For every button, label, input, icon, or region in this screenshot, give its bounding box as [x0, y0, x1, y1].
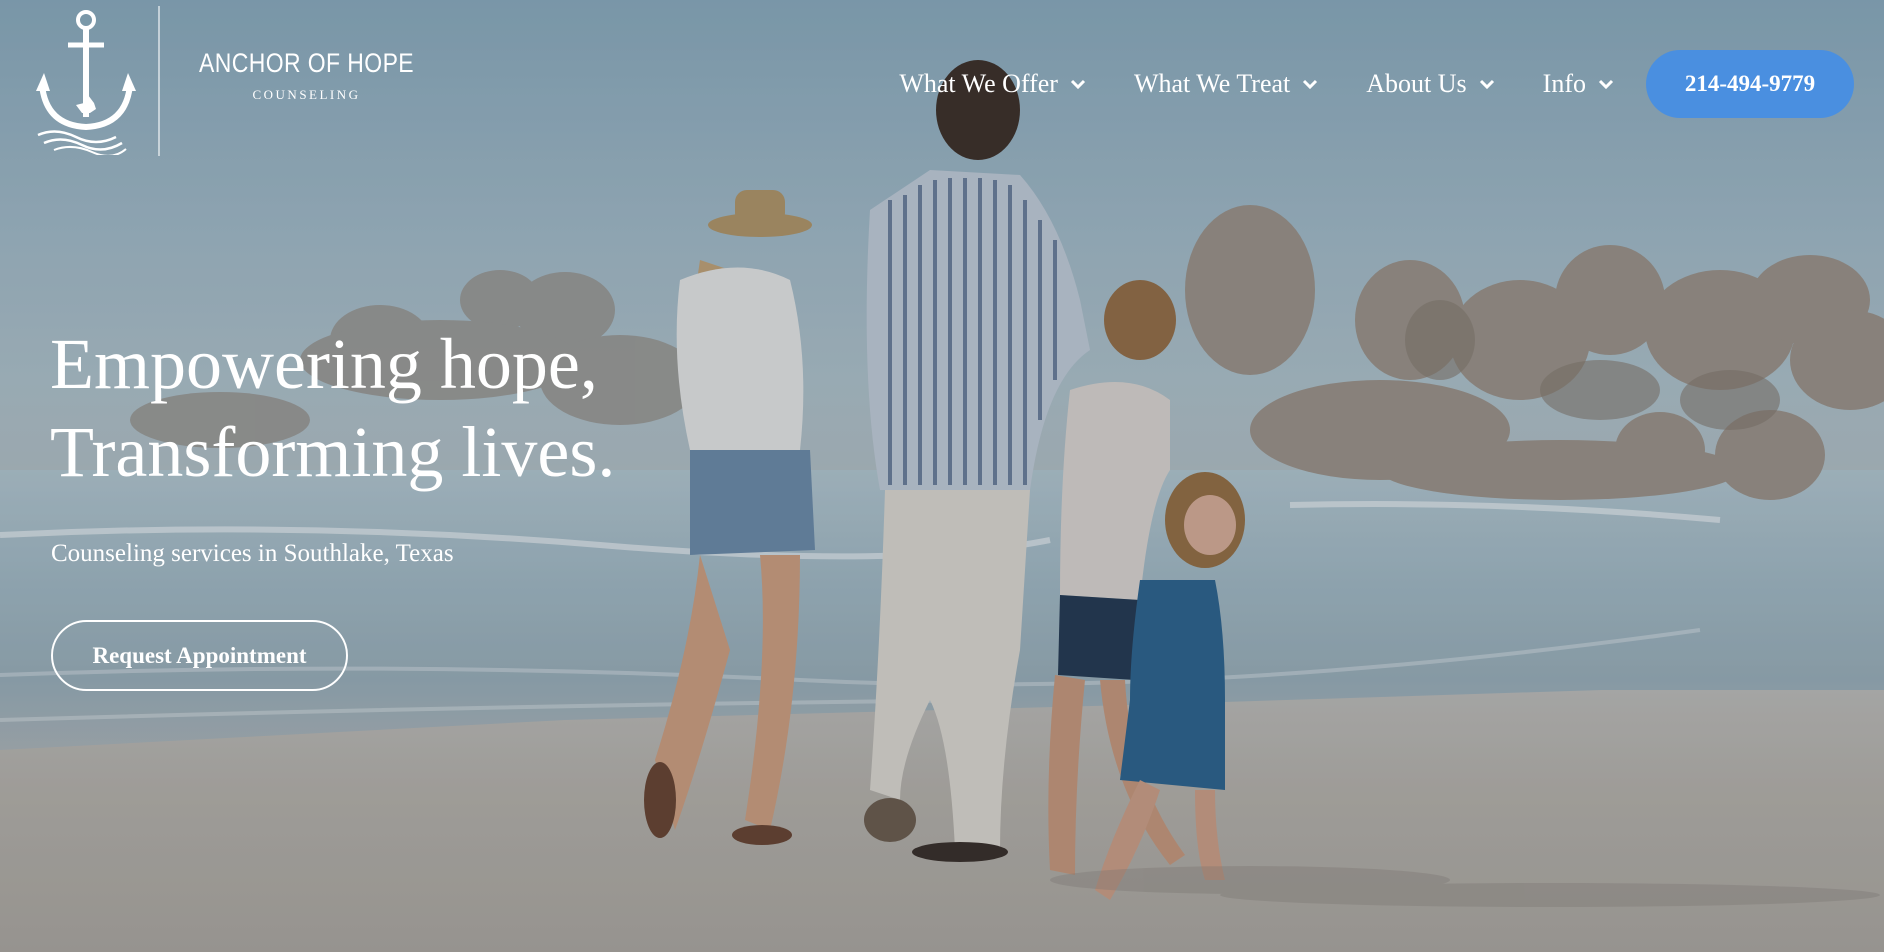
nav-item-info[interactable]: Info — [1543, 69, 1614, 99]
chevron-down-icon — [1479, 79, 1494, 89]
phone-button[interactable]: 214-494-9779 — [1646, 50, 1854, 118]
site-logo[interactable]: ANCHOR OF HOPE COUNSELING — [36, 6, 433, 156]
brand-tagline: COUNSELING — [252, 86, 361, 102]
nav-item-label: About Us — [1366, 69, 1467, 98]
chevron-down-icon — [1598, 79, 1614, 89]
site-header: ANCHOR OF HOPE COUNSELING What We Offer … — [0, 0, 1884, 170]
nav-item-label: What We Treat — [1133, 69, 1291, 98]
nav-item-label: Info — [1542, 69, 1586, 98]
chevron-down-icon — [1303, 79, 1318, 89]
nav-item-about-us[interactable]: About Us — [1366, 69, 1494, 99]
nav-item-what-we-offer[interactable]: What We Offer — [899, 69, 1086, 99]
logo-divider — [158, 6, 160, 156]
hero-headline: Empowering hope, Transforming lives. — [50, 320, 615, 496]
hero-section: ANCHOR OF HOPE COUNSELING What We Offer … — [0, 0, 1884, 952]
brand-name: ANCHOR OF HOPE — [198, 47, 415, 78]
headline-line-2: Transforming lives. — [50, 412, 616, 492]
request-appointment-button[interactable]: Request Appointment — [51, 620, 348, 691]
nav-item-what-we-treat[interactable]: What We Treat — [1134, 69, 1318, 99]
main-nav: What We Offer What We Treat About Us Inf… — [899, 50, 1854, 118]
anchor-icon — [36, 10, 136, 155]
nav-item-label: What We Offer — [899, 69, 1058, 98]
logo-text: ANCHOR OF HOPE COUNSELING — [180, 48, 433, 103]
hero-subheading: Counseling services in Southlake, Texas — [51, 540, 454, 567]
headline-line-1: Empowering hope, — [50, 324, 598, 404]
chevron-down-icon — [1070, 79, 1086, 89]
